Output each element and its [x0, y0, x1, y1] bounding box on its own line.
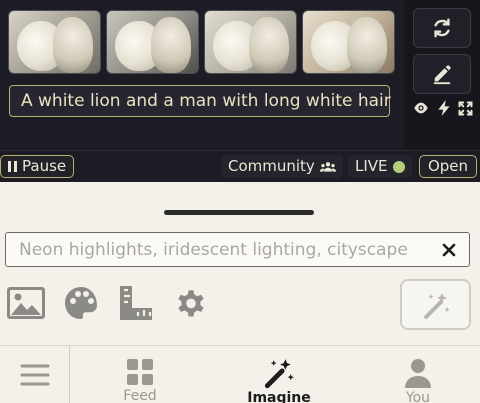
thumbnail-image[interactable]: [302, 10, 395, 74]
edit-button[interactable]: [413, 54, 471, 94]
live-indicator[interactable]: LIVE: [348, 155, 412, 178]
magic-wand-icon: [423, 292, 450, 319]
close-icon: [442, 243, 456, 257]
refresh-button[interactable]: [413, 8, 471, 48]
live-status-dot: [392, 160, 405, 173]
person-icon: [405, 359, 431, 388]
refresh-icon: [434, 18, 450, 38]
tab-feed-label: Feed: [123, 388, 157, 403]
bottom-tab-bar: Feed Imagine You: [0, 345, 480, 403]
tab-imagine[interactable]: Imagine: [224, 346, 334, 403]
clear-button[interactable]: [439, 240, 459, 260]
open-label: Open: [427, 157, 469, 175]
tab-imagine-label: Imagine: [247, 390, 311, 403]
composer-tools: [5, 284, 211, 322]
menu-button[interactable]: [0, 346, 70, 403]
expand-icon[interactable]: [458, 101, 473, 116]
style-button[interactable]: [60, 284, 101, 322]
hamburger-icon: [20, 364, 49, 386]
pause-button[interactable]: Pause: [0, 155, 75, 178]
live-control-bar: Pause Community LIVE Open: [0, 150, 480, 182]
pause-icon: [8, 161, 17, 172]
prompt-input[interactable]: [6, 233, 431, 266]
tab-you-label: You: [405, 390, 431, 403]
community-button[interactable]: Community: [221, 155, 343, 178]
live-prompt-text[interactable]: A white lion and a man with long white h…: [9, 85, 391, 117]
sheet-drag-handle[interactable]: [164, 210, 314, 215]
open-button[interactable]: Open: [419, 155, 477, 178]
magic-wand-icon: [264, 359, 294, 389]
thumbnail-image[interactable]: [106, 10, 199, 74]
thumbnail-strip: [8, 10, 395, 74]
image-upload-button[interactable]: [5, 284, 46, 322]
aspect-ratio-button[interactable]: [115, 284, 156, 322]
image-icon: [6, 287, 45, 319]
settings-button[interactable]: [170, 284, 211, 322]
palette-icon: [64, 287, 97, 319]
pause-label: Pause: [22, 157, 67, 175]
ruler-icon: [119, 286, 152, 320]
tab-you[interactable]: You: [363, 346, 473, 403]
mini-icon-row: [413, 100, 473, 116]
eye-icon[interactable]: [413, 101, 429, 115]
prompt-field: [5, 232, 470, 267]
thumbnail-image[interactable]: [204, 10, 297, 74]
lightning-icon[interactable]: [437, 100, 451, 116]
grid-icon: [127, 359, 153, 385]
tab-feed[interactable]: Feed: [85, 346, 195, 403]
live-actions-column: [404, 0, 480, 150]
generate-button[interactable]: [400, 279, 471, 330]
pencil-icon: [433, 65, 451, 85]
live-label: LIVE: [355, 157, 388, 175]
composer-sheet: Feed Imagine You: [0, 182, 480, 403]
community-label: Community: [228, 157, 315, 175]
gear-icon: [177, 290, 204, 317]
people-icon: [319, 161, 336, 172]
thumbnail-image[interactable]: [8, 10, 101, 74]
